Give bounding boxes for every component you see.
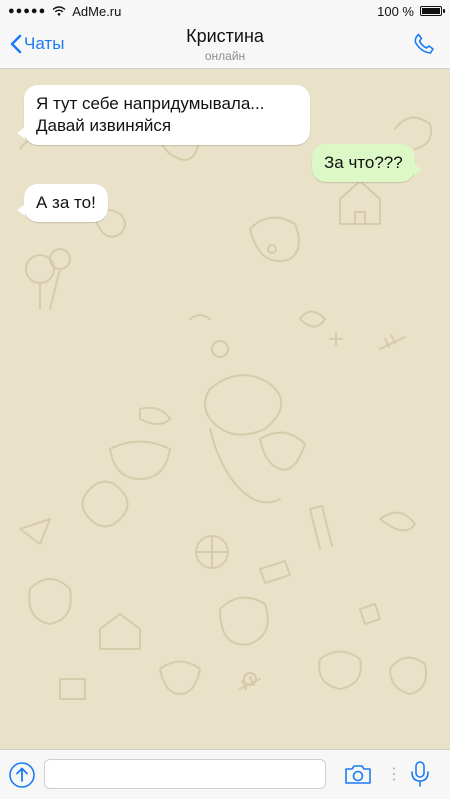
message-input-bar: ⋮ (0, 749, 450, 799)
wifi-icon (52, 6, 66, 16)
battery-percent: 100 % (377, 3, 414, 19)
battery-status: 100 % (377, 3, 445, 19)
microphone-icon[interactable] (410, 760, 430, 788)
message-outgoing[interactable]: За что??? (312, 144, 422, 182)
carrier-name: AdMe.ru (72, 3, 122, 19)
battery-icon (420, 6, 445, 16)
contact-name[interactable]: Кристина (0, 26, 450, 47)
nav-bar: Чаты Кристина онлайн (0, 22, 450, 69)
status-bar: ●●●●● AdMe.ru 100 % (0, 0, 450, 22)
message-incoming[interactable]: Я тут себе напридумывала... Давай извиня… (17, 85, 310, 145)
phone-icon[interactable] (412, 32, 436, 56)
chat-area[interactable]: Я тут себе напридумывала... Давай извиня… (0, 69, 450, 749)
toolbar-separator: ⋮ (386, 766, 402, 783)
signal-strength-icon: ●●●●● (8, 5, 47, 17)
contact-status: онлайн (204, 49, 246, 63)
message-input[interactable] (44, 759, 326, 789)
message-incoming[interactable]: А за то! (17, 184, 108, 222)
camera-icon[interactable] (344, 763, 372, 785)
upload-icon[interactable] (8, 761, 36, 789)
signal-carrier: ●●●●● AdMe.ru (8, 4, 121, 19)
